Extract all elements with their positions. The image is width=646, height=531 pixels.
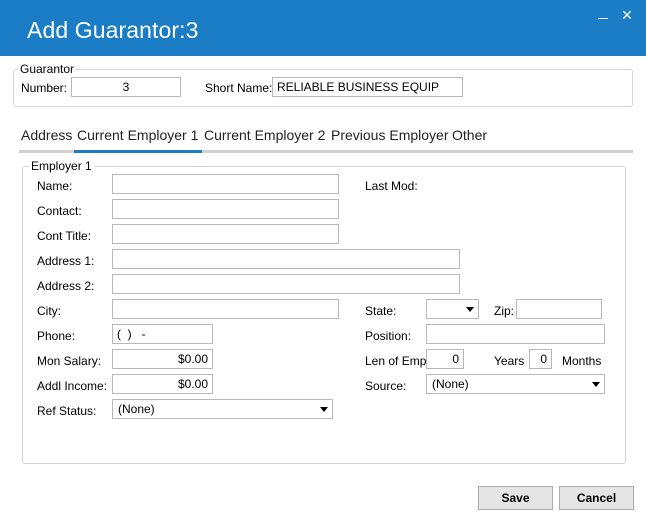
chevron-down-icon: [466, 307, 474, 312]
ref-status-value: (None): [118, 402, 155, 416]
employer-group-legend: Employer 1: [29, 159, 94, 173]
months-label: Months: [562, 354, 602, 368]
contact-field[interactable]: [112, 199, 339, 219]
mon-salary-label: Mon Salary:: [37, 354, 102, 368]
name-label: Name:: [37, 179, 73, 193]
name-field[interactable]: [112, 174, 339, 194]
phone-label: Phone:: [37, 329, 76, 343]
address2-field[interactable]: [112, 274, 460, 294]
short-name-field[interactable]: [272, 77, 463, 97]
active-tab-indicator: [74, 150, 202, 153]
years-label: Years: [494, 354, 525, 368]
city-label: City:: [37, 304, 61, 318]
title-bar: Add Guarantor:3 ✕: [0, 0, 646, 56]
minimize-button[interactable]: [594, 6, 612, 24]
zip-field[interactable]: [516, 299, 602, 319]
tab-address[interactable]: Address: [21, 127, 72, 143]
position-label: Position:: [365, 329, 412, 343]
tab-current-employer-1[interactable]: Current Employer 1: [77, 127, 198, 143]
cont-title-field[interactable]: [112, 224, 339, 244]
save-button[interactable]: Save: [478, 486, 553, 510]
chevron-down-icon: [592, 382, 600, 387]
tab-other[interactable]: Other: [452, 127, 487, 143]
ref-status-label: Ref Status:: [37, 404, 97, 418]
cont-title-label: Cont Title:: [37, 229, 92, 243]
source-dropdown[interactable]: (None): [426, 374, 605, 394]
state-label: State:: [365, 304, 397, 318]
city-field[interactable]: [112, 299, 339, 319]
tab-previous-employer[interactable]: Previous Employer: [331, 127, 449, 143]
chevron-down-icon: [320, 407, 328, 412]
minimize-icon: [598, 18, 608, 19]
len-emp-years-field[interactable]: [426, 349, 464, 369]
position-field[interactable]: [426, 324, 605, 344]
last-mod-label: Last Mod:: [365, 179, 418, 193]
number-field[interactable]: [71, 77, 181, 97]
guarantor-group-legend: Guarantor: [18, 62, 77, 76]
address1-field[interactable]: [112, 249, 460, 269]
close-icon: ✕: [621, 7, 633, 23]
source-value: (None): [432, 377, 469, 391]
window-title: Add Guarantor:3: [27, 17, 199, 43]
len-emp-label: Len of Emp:: [365, 354, 430, 368]
tab-current-employer-2[interactable]: Current Employer 2: [204, 127, 325, 143]
close-button[interactable]: ✕: [618, 6, 636, 24]
zip-label: Zip:: [494, 304, 515, 318]
contact-label: Contact:: [37, 204, 82, 218]
number-label: Number:: [21, 81, 68, 95]
address1-label: Address 1:: [37, 254, 95, 268]
mon-salary-field[interactable]: [112, 349, 213, 369]
short-name-label: Short Name:: [205, 81, 273, 95]
source-label: Source:: [365, 379, 407, 393]
cancel-button[interactable]: Cancel: [559, 486, 634, 510]
state-dropdown[interactable]: [426, 299, 479, 319]
address2-label: Address 2:: [37, 279, 95, 293]
addl-income-label: Addl Income:: [37, 379, 108, 393]
addl-income-field[interactable]: [112, 374, 213, 394]
phone-field[interactable]: [112, 324, 213, 344]
len-emp-months-field[interactable]: [529, 349, 552, 369]
ref-status-dropdown[interactable]: (None): [112, 399, 333, 419]
